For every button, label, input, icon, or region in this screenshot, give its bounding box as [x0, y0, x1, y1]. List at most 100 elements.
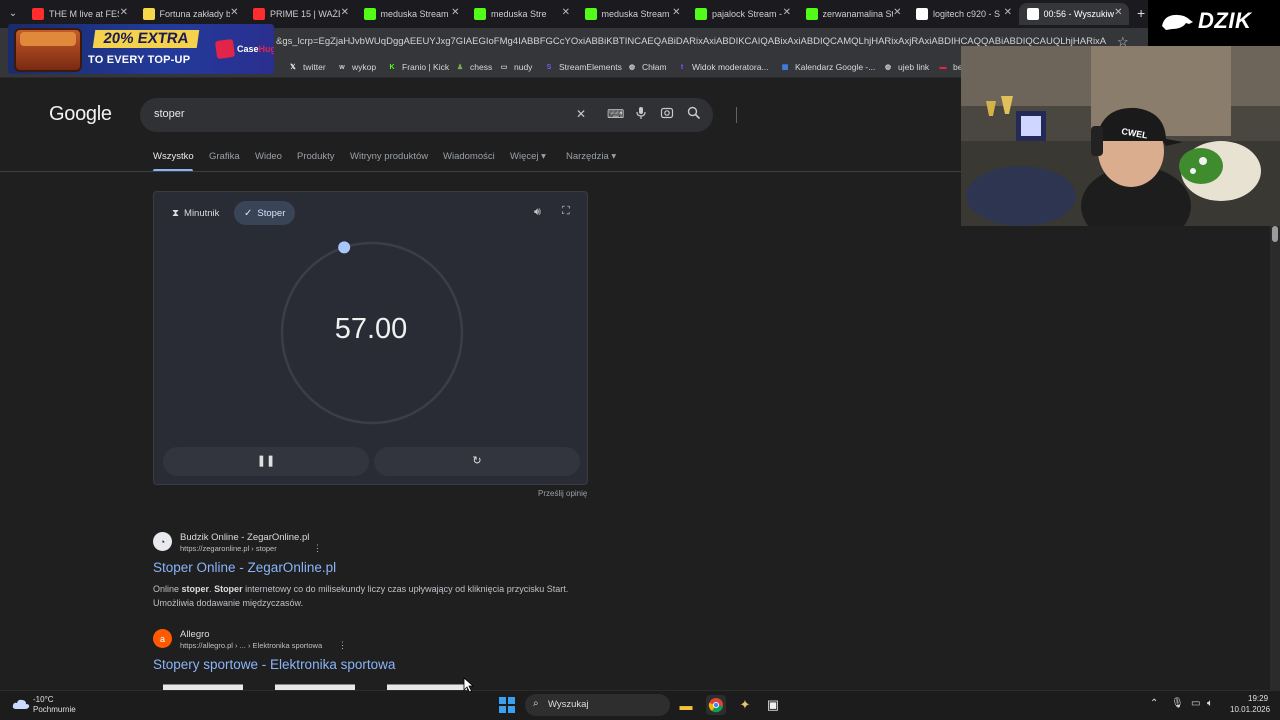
- browser-tab[interactable]: Fortuna zakłady b ✕: [135, 3, 245, 25]
- bookmark-item[interactable]: 𝕏twitter: [288, 59, 326, 75]
- tab-close-icon[interactable]: ✕: [120, 7, 128, 18]
- bookmark-item[interactable]: ◍ Chłam: [627, 59, 667, 75]
- bookmark-item[interactable]: w wykop: [337, 59, 376, 75]
- x-icon: 𝕏: [290, 64, 296, 71]
- result-url[interactable]: https://allegro.pl › ... › Elektronika s…: [180, 641, 322, 650]
- taskbar-search[interactable]: ⌕ Wyszukaj: [525, 694, 670, 716]
- clear-icon[interactable]: ✕: [573, 106, 589, 122]
- result-site-name[interactable]: Allegro: [180, 629, 210, 640]
- microphone-icon[interactable]: [633, 106, 649, 122]
- sound-icon[interactable]: 🔊︎: [534, 206, 541, 219]
- result-site-name[interactable]: Budzik Online - ZegarOnline.pl: [180, 532, 309, 543]
- tab-product-sites[interactable]: Witryny produktów: [350, 151, 428, 162]
- bookmark-label: Kalendarz Google -...: [795, 62, 876, 72]
- tab-more[interactable]: Więcej ▾: [510, 151, 546, 162]
- scrollbar-thumb[interactable]: [1272, 226, 1278, 242]
- tab-close-icon[interactable]: ✕: [341, 7, 349, 18]
- browser-tab[interactable]: meduska Stream ✕: [356, 3, 466, 25]
- tab-close-icon[interactable]: ✕: [783, 7, 791, 18]
- lens-icon[interactable]: [659, 106, 675, 122]
- microphone-icon[interactable]: 🎙︎: [1171, 698, 1184, 709]
- tab-close-icon[interactable]: ✕: [1004, 7, 1012, 18]
- tab-products[interactable]: Produkty: [297, 151, 335, 162]
- reset-button[interactable]: ↻: [374, 447, 580, 476]
- browser-tab[interactable]: meduska Stream ✕: [577, 3, 687, 25]
- dial-progress-dot: [338, 241, 351, 254]
- search-input[interactable]: stoper: [154, 108, 185, 120]
- bookmark-item[interactable]: ◍ ujeb link: [883, 59, 929, 75]
- network-icon[interactable]: ▭: [1191, 698, 1200, 709]
- tab-images[interactable]: Grafika: [209, 151, 240, 162]
- snippet-fragment: stoper: [181, 584, 210, 594]
- tab-close-icon[interactable]: ✕: [451, 7, 459, 18]
- tab-title: THE M live at FES: [49, 9, 119, 19]
- browser-tab[interactable]: THE M live at FES ✕: [24, 3, 134, 25]
- bookmark-item[interactable]: ♟ chess: [455, 59, 492, 75]
- pause-button[interactable]: ❚❚: [163, 447, 369, 476]
- search-divider: [736, 107, 737, 123]
- more-options-icon[interactable]: ⋮: [313, 543, 322, 554]
- tab-search-chevron-icon[interactable]: ⌄: [4, 6, 22, 22]
- start-button[interactable]: [499, 697, 515, 713]
- weather-condition[interactable]: Pochmurnie: [33, 705, 76, 714]
- kick-icon: K: [389, 63, 395, 71]
- weather-temp[interactable]: -10°C: [33, 695, 54, 704]
- reset-icon: ↻: [472, 455, 482, 467]
- chrome-icon[interactable]: [706, 695, 726, 715]
- google-logo[interactable]: Google: [49, 103, 112, 126]
- tab-favicon-icon: [32, 8, 44, 20]
- timer-mode-button[interactable]: ⧗ Minutnik: [164, 202, 227, 224]
- clock-time[interactable]: 19:29: [1248, 694, 1268, 703]
- tab-favicon-icon: [363, 8, 376, 20]
- check-icon: ✓: [244, 207, 253, 219]
- result-title-link[interactable]: Stopery sportowe - Elektronika sportowa: [153, 657, 395, 672]
- tab-tools[interactable]: Narzędzia ▾: [566, 151, 616, 162]
- webcam-feed: CWEL: [961, 46, 1280, 226]
- tab-videos[interactable]: Wideo: [255, 151, 282, 162]
- bookmark-item[interactable]: S StreamElements: [544, 59, 622, 75]
- new-tab-icon[interactable]: +: [1137, 5, 1145, 21]
- bookmark-item[interactable]: t Widok moderatora...: [677, 59, 769, 75]
- bookmark-item[interactable]: ▦ Kalendarz Google -...: [780, 59, 876, 75]
- tab-title: PRIME 15 | WAŻE: [270, 9, 340, 19]
- search-box[interactable]: stoper ✕ ⌨: [140, 98, 737, 132]
- volume-icon[interactable]: 🔈︎: [1207, 698, 1213, 709]
- browser-tab[interactable]: 00:56 - Wyszukiw ✕: [1018, 3, 1129, 25]
- brand-text: DZIK: [1198, 8, 1252, 33]
- tab-close-icon[interactable]: ✕: [893, 7, 901, 18]
- tab-title: meduska Stream: [601, 9, 670, 19]
- obs-icon[interactable]: ▣: [763, 695, 783, 715]
- bookmark-label: Widok moderatora...: [692, 62, 769, 72]
- browser-tab[interactable]: pajalock Stream - ✕: [687, 3, 797, 25]
- browser-tab[interactable]: zerwanamalina St ✕: [798, 3, 908, 25]
- fullscreen-icon[interactable]: ⛶: [562, 205, 570, 218]
- bookmark-item[interactable]: ▭ nudy: [499, 59, 533, 75]
- keyboard-icon[interactable]: ⌨: [607, 106, 624, 122]
- tab-title: pajalock Stream -: [712, 9, 782, 19]
- chevron-up-icon[interactable]: ⌃: [1150, 698, 1158, 709]
- search-icon[interactable]: [686, 106, 702, 122]
- tab-news[interactable]: Wiadomości: [443, 151, 495, 162]
- browser-tab[interactable]: meduska Stre ✕: [466, 3, 576, 25]
- tab-close-icon[interactable]: ✕: [672, 7, 680, 18]
- tab-close-icon[interactable]: ✕: [562, 7, 570, 18]
- browser-tab[interactable]: PRIME 15 | WAŻE ✕: [245, 3, 355, 25]
- tab-all[interactable]: Wszystko: [153, 151, 194, 162]
- feedback-link[interactable]: Prześlij opinię: [538, 489, 587, 498]
- browser-tab[interactable]: logitech c920 - S ✕: [908, 3, 1018, 25]
- result-title-link[interactable]: Stoper Online - ZegarOnline.pl: [153, 560, 336, 575]
- bookmark-label: Chłam: [642, 62, 667, 72]
- bookmark-item[interactable]: ▬ be: [938, 59, 963, 75]
- cloud-icon[interactable]: [12, 698, 30, 710]
- result-url[interactable]: https://zegaronline.pl › stoper: [180, 544, 277, 553]
- stopwatch-mode-button[interactable]: ✓ Stoper: [234, 201, 296, 225]
- tab-favicon-icon: [916, 8, 928, 20]
- tab-close-icon[interactable]: ✕: [230, 7, 238, 18]
- folder-icon: ▭: [500, 64, 508, 71]
- tab-close-icon[interactable]: ✕: [1114, 7, 1122, 18]
- file-explorer-icon[interactable]: ▬: [676, 695, 696, 715]
- bookmark-item[interactable]: K Franio | Kick: [387, 59, 449, 75]
- clock-date[interactable]: 10.01.2026: [1230, 705, 1270, 714]
- app-icon[interactable]: ✦: [735, 695, 755, 715]
- more-options-icon[interactable]: ⋮: [338, 640, 347, 651]
